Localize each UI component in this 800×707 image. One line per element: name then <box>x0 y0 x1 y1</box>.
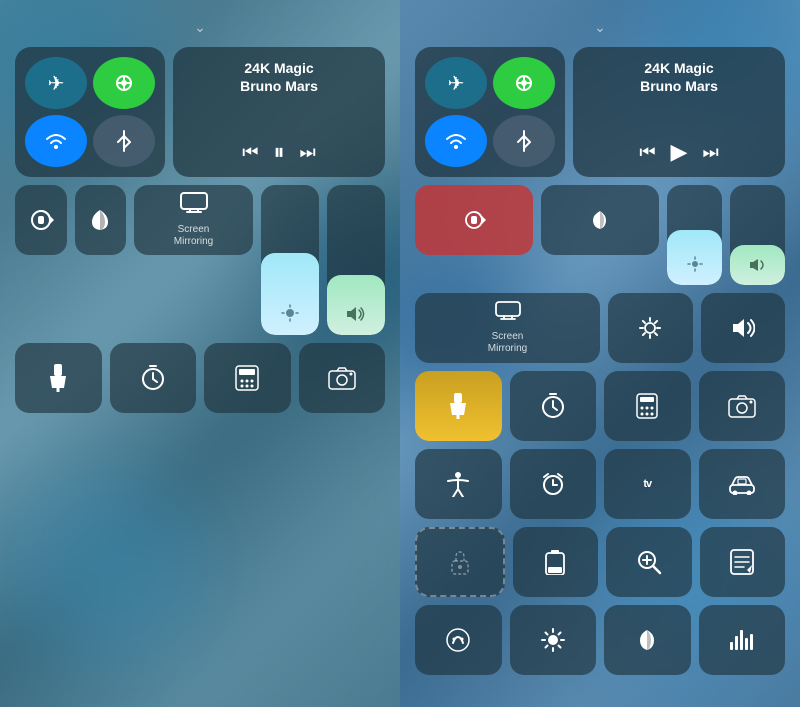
right-bluetooth-button[interactable] <box>493 115 555 167</box>
rotation-lock-button[interactable] <box>15 185 67 255</box>
camera-button[interactable] <box>299 343 386 413</box>
night-mode-button[interactable] <box>75 185 127 255</box>
right-screen-mirroring-button[interactable]: ScreenMirroring <box>415 293 600 363</box>
right-rotation-lock-button[interactable] <box>415 185 533 255</box>
right-flashlight-button[interactable] <box>415 371 502 441</box>
car-button[interactable] <box>699 449 786 519</box>
right-music-title: 24K Magic <box>585 59 773 77</box>
right-music-artist: Bruno Mars <box>585 77 773 95</box>
right-play-button[interactable]: ▶ <box>671 139 688 165</box>
right-sun-button[interactable] <box>510 605 597 675</box>
right-night-mode-button[interactable] <box>541 185 659 255</box>
chevron-icon: ⌄ <box>15 20 385 34</box>
right-network-tile: ✈ <box>415 47 565 177</box>
apple-tv-icon: tv <box>643 478 651 490</box>
network-tile: ✈ <box>15 47 165 177</box>
airplane-mode-button[interactable]: ✈ <box>25 57 87 109</box>
right-wifi-button[interactable] <box>425 115 487 167</box>
screen-mirroring-label: ScreenMirroring <box>174 224 213 248</box>
right-screen-mirroring-icon <box>495 301 521 327</box>
right-music-tile: 24K Magic Bruno Mars ⏮ ▶ ⏭ <box>573 47 785 177</box>
lock-dashed-button[interactable] <box>415 527 505 597</box>
notes-button[interactable] <box>700 527 786 597</box>
right-camera-button[interactable] <box>699 371 786 441</box>
right-rewind-button[interactable]: ⏮ <box>639 142 655 163</box>
brightness-slider[interactable] <box>261 185 319 335</box>
right-control-center: ⌄ ✈ 24K Magic Bruno Mars <box>400 0 800 707</box>
screen-mirroring-button[interactable]: ScreenMirroring <box>134 185 253 255</box>
left-control-center: ⌄ ✈ 24K Magic Bruno Mars <box>0 0 400 707</box>
right-music-controls: ⏮ ▶ ⏭ <box>585 139 773 165</box>
pause-button[interactable]: ⏸ <box>273 139 284 165</box>
right-volume-tile[interactable] <box>701 293 786 363</box>
right-screen-mirroring-label: ScreenMirroring <box>488 331 527 355</box>
right-fast-forward-button[interactable]: ⏭ <box>702 142 718 163</box>
accessibility-button[interactable] <box>415 449 502 519</box>
right-timer-button[interactable] <box>510 371 597 441</box>
right-airplane-button[interactable]: ✈ <box>425 57 487 109</box>
right-brightness-slider[interactable] <box>667 185 722 285</box>
music-tile: 24K Magic Bruno Mars ⏮ ⏸ ⏭ <box>173 47 385 177</box>
right-chevron-icon: ⌄ <box>415 20 785 34</box>
volume-slider[interactable] <box>327 185 385 335</box>
bluetooth-button[interactable] <box>93 115 155 167</box>
apple-tv-button[interactable]: tv <box>604 449 691 519</box>
right-cellular-button[interactable] <box>493 57 555 109</box>
screen-mirroring-icon <box>180 192 208 220</box>
zoom-button[interactable] <box>606 527 692 597</box>
calculator-button[interactable] <box>204 343 291 413</box>
music-controls: ⏮ ⏸ ⏭ <box>185 139 373 165</box>
right-calculator-button[interactable] <box>604 371 691 441</box>
alarm-button[interactable] <box>510 449 597 519</box>
brightness-icon <box>281 304 299 327</box>
flashlight-button[interactable] <box>15 343 102 413</box>
right-moon-button[interactable] <box>604 605 691 675</box>
fast-forward-button[interactable]: ⏭ <box>300 142 316 163</box>
cellular-button[interactable] <box>93 57 155 109</box>
right-brightness-tile[interactable] <box>608 293 693 363</box>
right-volume-icon <box>749 258 767 277</box>
rewind-button[interactable]: ⏮ <box>242 142 258 163</box>
music-artist: Bruno Mars <box>185 77 373 95</box>
battery-button[interactable] <box>513 527 599 597</box>
music-title: 24K Magic <box>185 59 373 77</box>
equalizer-icon <box>730 630 753 650</box>
wifi-button[interactable] <box>25 115 87 167</box>
siri-button[interactable] <box>415 605 502 675</box>
right-volume-slider[interactable] <box>730 185 785 285</box>
timer-button[interactable] <box>110 343 197 413</box>
right-brightness-icon <box>687 256 703 277</box>
volume-icon <box>346 306 366 327</box>
equalizer-button[interactable] <box>699 605 786 675</box>
